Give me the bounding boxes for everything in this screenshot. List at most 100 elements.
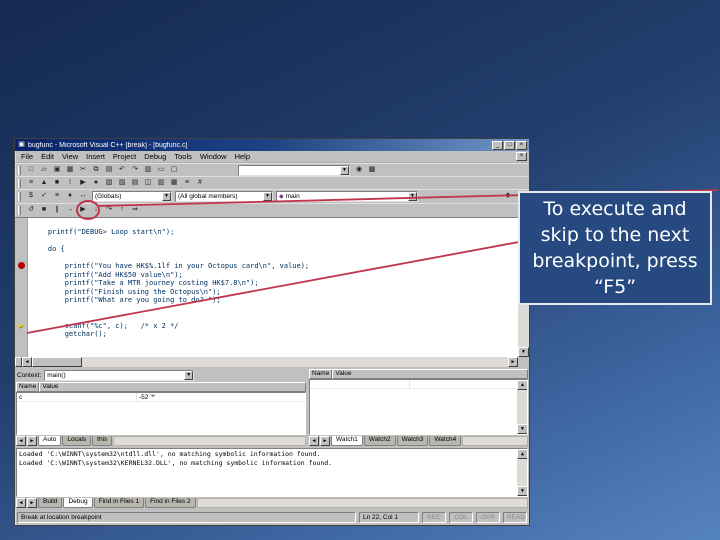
break-execution-icon[interactable]: ∥ [51, 205, 63, 216]
variables-tab[interactable]: this [92, 436, 113, 446]
toolbar-grip[interactable] [18, 165, 21, 175]
watch-tab[interactable]: Watch3 [396, 436, 429, 446]
show-next-statement-icon[interactable]: → [64, 205, 76, 216]
search-icon[interactable]: ◉ [353, 164, 365, 176]
call-stack-icon[interactable]: ≡ [181, 177, 193, 189]
copy-icon[interactable]: ⧉ [90, 164, 102, 176]
scroll-down-icon[interactable]: ▼ [517, 424, 527, 434]
output-tab[interactable]: Find in Files 2 [145, 498, 196, 508]
output-vscrollbar[interactable]: ▲ ▼ [517, 449, 527, 496]
menu-item[interactable]: Project [109, 151, 140, 162]
watch-row[interactable] [310, 380, 527, 389]
tab-scroll-left-icon[interactable]: ◄ [16, 498, 26, 508]
find-in-files-icon[interactable]: ▩ [366, 164, 378, 176]
menu-item[interactable]: File [17, 151, 37, 162]
toolbar-grip[interactable] [18, 178, 21, 188]
tab-scroll-right-icon[interactable]: ► [320, 436, 330, 446]
function-combo[interactable]: ◆ main ▼ [276, 191, 418, 202]
class-combo[interactable]: (Globals) ▼ [92, 191, 172, 202]
scroll-down-icon[interactable]: ▼ [517, 486, 527, 496]
workspace-pane-icon[interactable]: ▧ [103, 177, 115, 189]
mdi-close-button[interactable]: × [516, 152, 527, 161]
menu-item[interactable]: View [58, 151, 82, 162]
redo-icon[interactable]: ↷ [129, 164, 141, 176]
variables-grid[interactable]: c -52 '*' [16, 392, 306, 435]
output-log[interactable]: Loaded 'C:\WINNT\system32\ntdll.dll', no… [16, 448, 528, 497]
step-over-icon[interactable]: ↷ [103, 205, 115, 216]
context-combo[interactable]: main() ▼ [44, 370, 195, 381]
split-box[interactable] [15, 357, 22, 367]
memory-pane-icon[interactable]: ▦ [168, 177, 180, 189]
restart-icon[interactable]: ↺ [25, 205, 37, 216]
save-all-icon[interactable]: ▦ [64, 164, 76, 176]
wizard-menu-icon[interactable]: ≡ [51, 191, 63, 202]
menu-item[interactable]: Edit [37, 151, 58, 162]
watch-tab[interactable]: Watch1 [331, 436, 363, 446]
execute-program-icon[interactable]: ! [64, 177, 76, 189]
compile-icon[interactable]: ≡ [25, 177, 37, 189]
tab-scroll-left-icon[interactable]: ◄ [16, 436, 26, 446]
find-combo[interactable]: ▼ [238, 164, 350, 176]
scroll-left-icon[interactable]: ◄ [22, 357, 32, 367]
title-bar[interactable]: ▣ bugfunc - Microsoft Visual C++ [break]… [15, 139, 529, 151]
registers-pane-icon[interactable]: ▥ [155, 177, 167, 189]
undo-icon[interactable]: ↶ [116, 164, 128, 176]
workspace-icon[interactable]: ▥ [142, 164, 154, 176]
column-header[interactable]: Name [16, 382, 40, 392]
watch-grid[interactable]: ▲ ▼ [309, 379, 528, 435]
go-button[interactable]: ▶ [77, 205, 89, 216]
open-file-icon[interactable]: ▱ [38, 164, 50, 176]
build-icon[interactable]: ▲ [38, 177, 50, 189]
chevron-down-icon[interactable]: ▼ [263, 192, 272, 201]
menu-item[interactable]: Help [231, 151, 254, 162]
close-button[interactable]: × [516, 140, 527, 150]
scroll-up-icon[interactable]: ▲ [517, 449, 527, 459]
editor-hscrollbar[interactable]: ◄ ► [15, 357, 518, 367]
output-window-icon[interactable]: ▭ [155, 164, 167, 176]
pane-hscrollbar[interactable] [462, 436, 528, 446]
menu-item[interactable]: Insert [82, 151, 109, 162]
minimize-button[interactable]: _ [492, 140, 503, 150]
output-hscrollbar[interactable] [196, 498, 528, 508]
cut-icon[interactable]: ✂ [77, 164, 89, 176]
goto-definition-icon[interactable]: ✓ [38, 191, 50, 202]
toolbar-grip[interactable] [18, 206, 21, 215]
menu-item[interactable]: Tools [170, 151, 196, 162]
pane-hscrollbar[interactable] [113, 436, 306, 446]
go-icon[interactable]: ▶ [77, 177, 89, 189]
menu-item[interactable]: Window [196, 151, 231, 162]
watch-pane-icon[interactable]: ◫ [142, 177, 154, 189]
output-tab[interactable]: Find in Files 1 [93, 498, 145, 508]
tab-scroll-right-icon[interactable]: ► [27, 436, 37, 446]
step-out-icon[interactable]: ↑ [116, 205, 128, 216]
stop-debugging-icon[interactable]: ■ [38, 205, 50, 216]
output-tab[interactable]: Build [38, 498, 63, 508]
column-header[interactable]: Value [332, 369, 528, 379]
maximize-button[interactable]: □ [504, 140, 515, 150]
scroll-thumb[interactable] [32, 357, 82, 367]
toolbar-grip[interactable] [18, 192, 21, 201]
column-header[interactable]: Value [39, 382, 306, 392]
window-list-icon[interactable]: ▢ [168, 164, 180, 176]
wizard-go-icon[interactable]: ◆ [502, 191, 514, 202]
class-view-icon[interactable]: ♦ [64, 191, 76, 202]
variable-row[interactable]: c -52 '*' [17, 393, 305, 402]
members-filter-icon[interactable]: $ [25, 191, 37, 202]
editor-margin[interactable] [15, 218, 28, 357]
new-file-icon[interactable]: □ [25, 164, 37, 176]
menu-item[interactable]: Debug [140, 151, 170, 162]
code-text[interactable]: printf("DEBUG> Loop start\n"); do { prin… [31, 228, 517, 356]
watch-tab[interactable]: Watch4 [429, 436, 462, 446]
scroll-right-icon[interactable]: ► [508, 357, 518, 367]
chevron-down-icon[interactable]: ▼ [184, 371, 194, 380]
tab-scroll-left-icon[interactable]: ◄ [309, 436, 319, 446]
insert-breakpoint-icon[interactable]: ● [90, 177, 102, 189]
members-combo[interactable]: (All global members) ▼ [175, 191, 273, 202]
variables-tab[interactable]: Auto [38, 436, 62, 446]
code-editor[interactable]: ► printf("DEBUG> Loop start\n"); do { pr… [15, 217, 529, 367]
disassembly-icon[interactable]: # [194, 177, 206, 189]
run-to-cursor-icon[interactable]: ⇒ [129, 205, 141, 216]
save-icon[interactable]: ▣ [51, 164, 63, 176]
variables-tab[interactable]: Locals [62, 436, 92, 446]
stop-build-icon[interactable]: ■ [51, 177, 63, 189]
